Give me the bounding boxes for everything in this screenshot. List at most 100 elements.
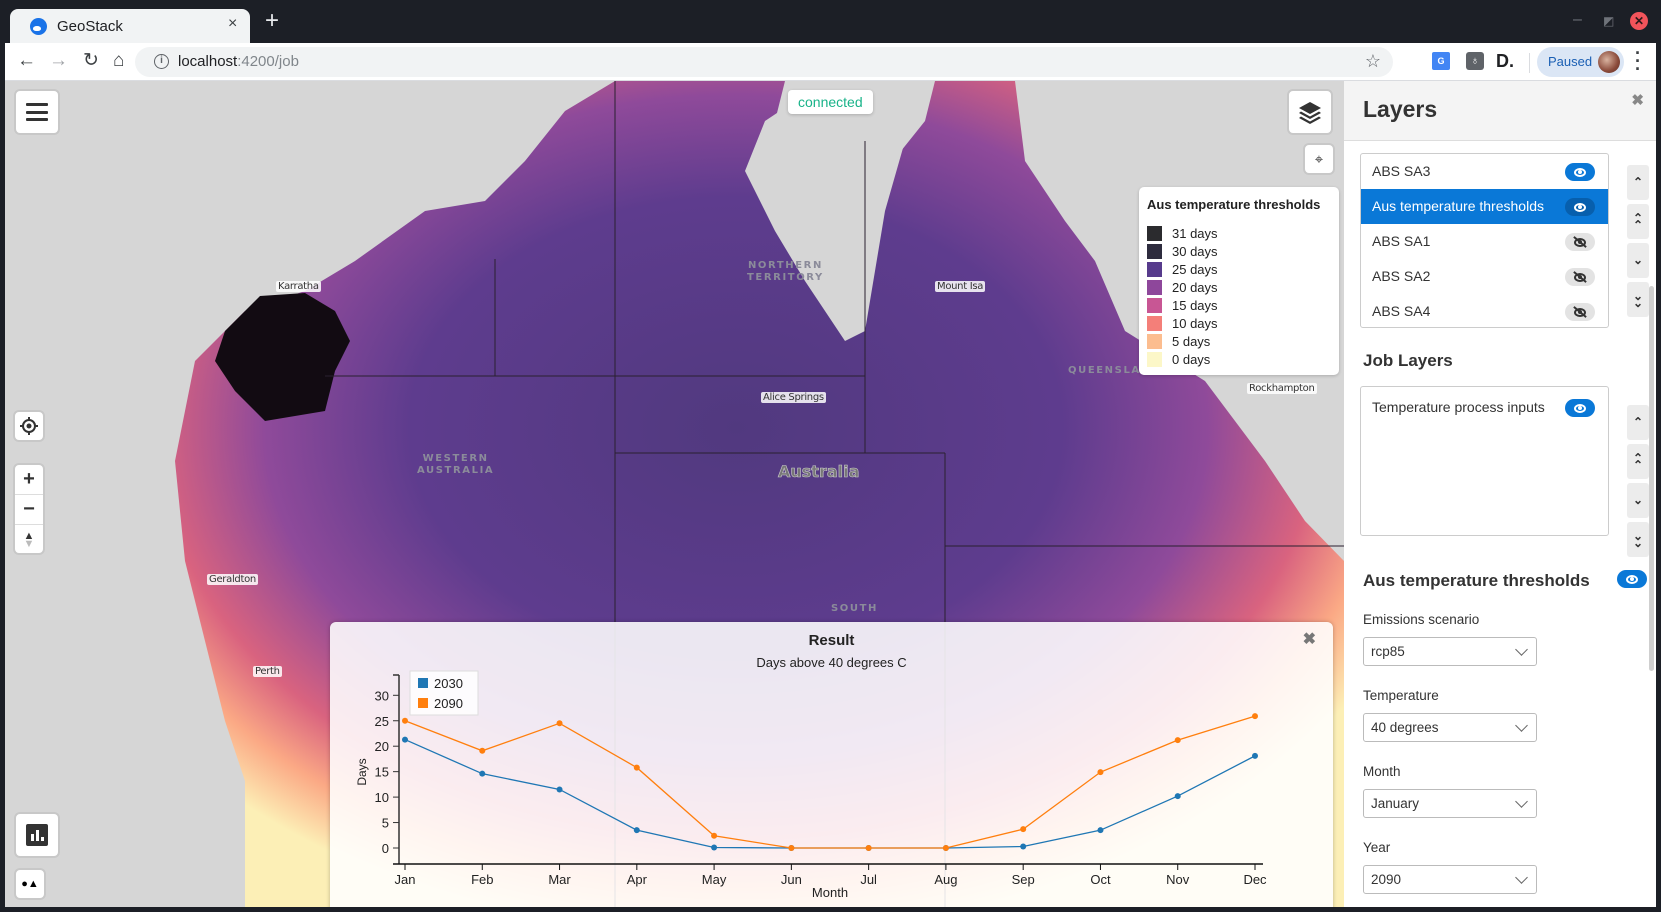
layer-row[interactable]: Temperature process inputs [1361,390,1608,425]
job-layers-title: Job Layers [1363,351,1453,370]
temperature-select[interactable]: 40 degrees [1363,713,1537,742]
data-point-2030 [479,770,486,777]
place-label-alice-springs: Alice Springs [761,392,826,403]
legend-label: 0 days [1172,351,1211,367]
d-extension-icon[interactable]: D. [1496,52,1514,70]
visibility-toggle-on[interactable] [1565,163,1595,181]
job-move-bottom-button[interactable]: ⌄ ⌄ [1627,522,1649,557]
visibility-toggle-on[interactable] [1565,198,1595,216]
data-point-2090 [788,845,795,851]
legend-item: 10 days [1147,314,1331,332]
legend-item: 20 days [1147,278,1331,296]
data-point-2030 [556,786,563,793]
place-label-geraldton: Geraldton [207,574,258,585]
y-tick-label: 25 [375,714,389,729]
move-bottom-button[interactable]: ⌄ ⌄ [1627,282,1649,317]
map-legend: Aus temperature thresholds 31 days 30 day… [1139,187,1339,375]
layer-row[interactable]: ABS SA1 [1361,224,1608,259]
layer-name: ABS SA4 [1372,303,1431,319]
month-select[interactable]: January [1363,789,1537,818]
data-point-2090 [1174,737,1181,744]
map-view[interactable]: Karratha Mount Isa Alice Springs Rockham… [5,81,1344,907]
visibility-toggle-off[interactable] [1565,268,1595,286]
legend-label: 10 days [1172,315,1218,331]
layer-row[interactable]: Aus temperature thresholds [1361,189,1608,224]
legend-label: 25 days [1172,261,1218,277]
data-point-2030 [1252,752,1258,759]
home-icon[interactable]: ⌂ [113,50,124,72]
lightbulb-extension-icon[interactable]: ♁ [1466,52,1484,70]
layers-toggle-button[interactable] [1287,89,1333,135]
window-close-button[interactable]: ✕ [1630,12,1648,30]
forward-arrow-icon[interactable]: → [49,50,68,72]
geolocate-button[interactable] [13,410,45,442]
chevron-down-icon [1515,643,1528,656]
move-down-button[interactable]: ⌄ [1627,243,1649,278]
new-tab-button[interactable]: + [265,8,279,34]
draw-shapes-button[interactable]: ●▲ [14,868,46,900]
address-bar[interactable]: i localhost:4200/job ☆ [135,47,1393,77]
year-select[interactable]: 2090 [1363,865,1537,894]
tab-close-button[interactable]: × [228,15,237,33]
url-text: localhost:4200/job [178,53,299,70]
panel-scrollbar[interactable] [1649,286,1654,671]
legend-label: 30 days [1172,243,1218,259]
data-point-2090 [479,747,486,754]
data-point-2090 [711,832,718,839]
locate-feature-button[interactable]: ⌖ [1303,143,1335,175]
legend-label: 31 days [1172,225,1218,241]
y-tick-label: 30 [375,688,389,703]
minimize-button[interactable]: – [1573,11,1582,29]
tab-strip: GeoStack × + – ◩ ✕ [0,0,1661,43]
x-tick-label: Apr [627,872,648,887]
country-label: Australia [778,462,860,482]
reload-icon[interactable]: ↻ [83,50,99,72]
settings-visibility-toggle[interactable] [1617,570,1647,588]
legend-title: Aus temperature thresholds [1147,197,1321,212]
chart-legend-swatch [418,678,428,688]
data-point-2030 [1174,793,1181,800]
panel-close-button[interactable]: ✖ [1631,91,1644,109]
info-icon[interactable]: i [154,54,169,69]
layer-row[interactable]: ABS SA4 [1361,294,1608,329]
job-move-up-button[interactable]: ⌃ [1627,405,1649,440]
place-label-perth: Perth [253,666,282,677]
month-value: January [1371,796,1420,811]
y-tick-label: 10 [375,790,389,805]
menu-button[interactable] [14,89,60,135]
zoom-in-button[interactable]: + [15,465,43,495]
chart-toggle-button[interactable] [14,812,60,858]
data-point-2090 [1252,713,1258,720]
shapes-icon: ●▲ [21,878,39,890]
bookmark-star-icon[interactable]: ☆ [1365,51,1381,72]
job-move-down-button[interactable]: ⌄ [1627,483,1649,518]
tab-geostack[interactable]: GeoStack × [10,9,250,43]
maximize-button[interactable]: ◩ [1603,14,1614,28]
legend-swatch [1147,351,1162,367]
more-menu-icon[interactable]: · · · [1635,44,1641,78]
legend-label: 15 days [1172,297,1218,313]
visibility-toggle-off[interactable] [1565,303,1595,321]
layer-name: Aus temperature thresholds [1372,198,1544,214]
data-point-2030 [1097,827,1104,834]
layer-name: ABS SA2 [1372,268,1431,284]
panel-title: Layers [1363,96,1438,122]
move-top-button[interactable]: ⌃ ⌃ [1627,204,1649,239]
back-arrow-icon[interactable]: ← [17,50,36,72]
emissions-select[interactable]: rcp85 [1363,637,1537,666]
data-point-2090 [633,764,640,771]
visibility-toggle-on[interactable] [1565,399,1595,417]
move-up-button[interactable]: ⌃ [1627,165,1649,200]
eye-slash-icon [1574,237,1586,247]
zoom-out-button[interactable]: − [15,495,43,525]
visibility-toggle-off[interactable] [1565,233,1595,251]
translate-extension-icon[interactable]: G [1432,52,1450,70]
compass-reset-button[interactable]: ▲ ▼ [15,525,43,553]
profile-button[interactable]: Paused [1537,47,1624,77]
year-label: Year [1363,840,1391,855]
job-move-top-button[interactable]: ⌃ ⌃ [1627,444,1649,479]
layer-row[interactable]: ABS SA2 [1361,259,1608,294]
layer-row[interactable]: ABS SA3 [1361,154,1608,189]
emissions-value: rcp85 [1371,644,1405,659]
temperature-value: 40 degrees [1371,720,1439,735]
